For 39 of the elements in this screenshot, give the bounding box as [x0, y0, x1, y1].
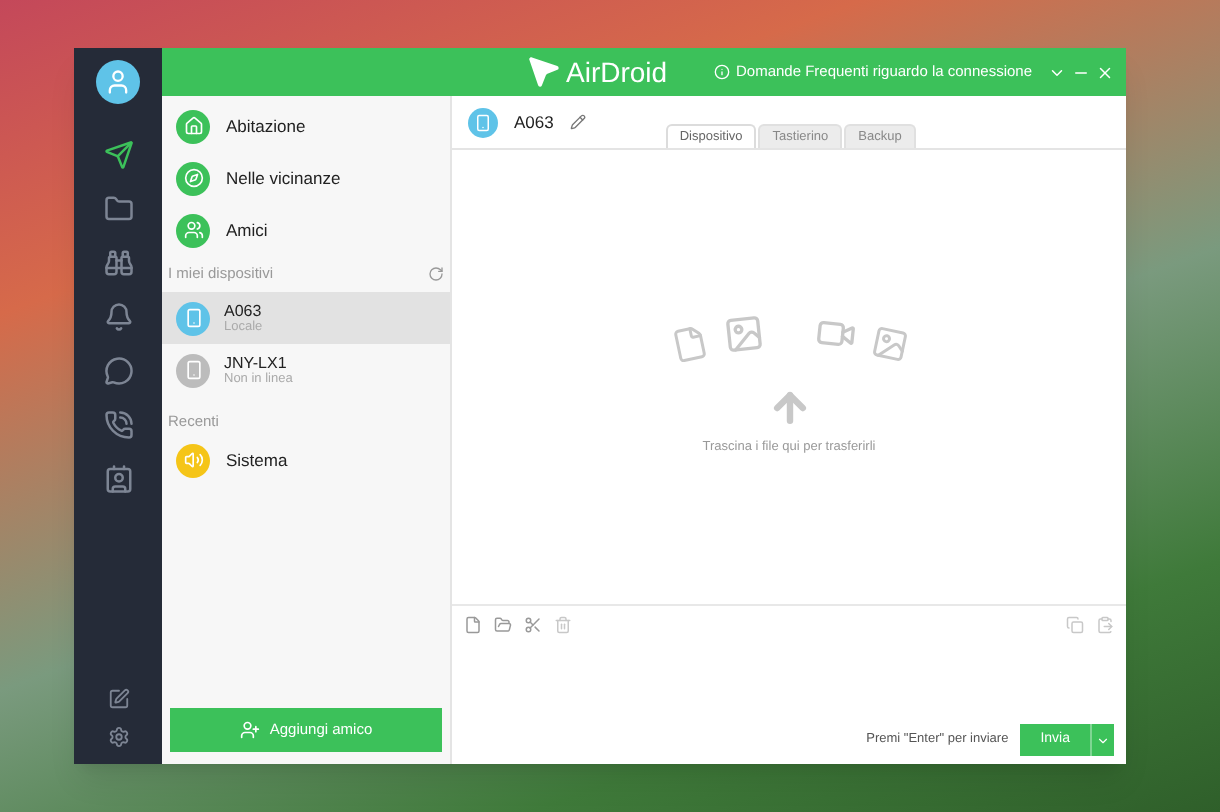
image-icon	[721, 311, 765, 356]
recent-label: Sistema	[226, 447, 288, 473]
add-user-icon	[239, 720, 260, 740]
info-icon	[713, 64, 730, 80]
place-item[interactable]: Abitazione	[162, 100, 450, 152]
file-icon[interactable]	[464, 616, 482, 634]
compass-icon	[176, 161, 210, 195]
place-item[interactable]: Nelle vicinanze	[162, 152, 450, 204]
paper-plane-icon	[528, 56, 560, 88]
device-title: A063	[514, 109, 554, 135]
edit-icon[interactable]	[107, 688, 129, 710]
close-icon[interactable]	[1096, 63, 1114, 81]
folder-icon[interactable]	[103, 194, 133, 224]
folder-icon[interactable]	[494, 616, 512, 634]
phone-icon	[468, 107, 498, 137]
place-item[interactable]: Amici	[162, 204, 450, 256]
device-name: A063	[224, 301, 263, 320]
contact-icon[interactable]	[103, 464, 133, 494]
settings-icon[interactable]	[107, 726, 129, 748]
friends-icon	[176, 213, 210, 247]
logo-text: AirDroid	[566, 53, 668, 91]
place-label: Abitazione	[226, 113, 306, 139]
user-icon	[104, 68, 132, 96]
place-label: Amici	[226, 217, 268, 243]
chat-icon[interactable]	[103, 356, 133, 386]
home-icon	[176, 109, 210, 143]
recent-item[interactable]: Sistema	[162, 432, 450, 488]
phone-icon[interactable]	[103, 410, 133, 440]
scissors-icon[interactable]	[524, 616, 542, 634]
place-label: Nelle vicinanze	[226, 165, 341, 191]
send-icon[interactable]	[103, 140, 133, 170]
refresh-icon[interactable]	[428, 266, 444, 282]
device-name: JNY-LX1	[224, 353, 289, 372]
bell-icon[interactable]	[103, 302, 133, 332]
binoculars-icon[interactable]	[103, 248, 133, 278]
speaker-icon	[176, 443, 210, 477]
caret-icon	[1096, 733, 1110, 747]
edit-icon[interactable]	[569, 114, 586, 130]
avatar[interactable]	[96, 60, 140, 104]
